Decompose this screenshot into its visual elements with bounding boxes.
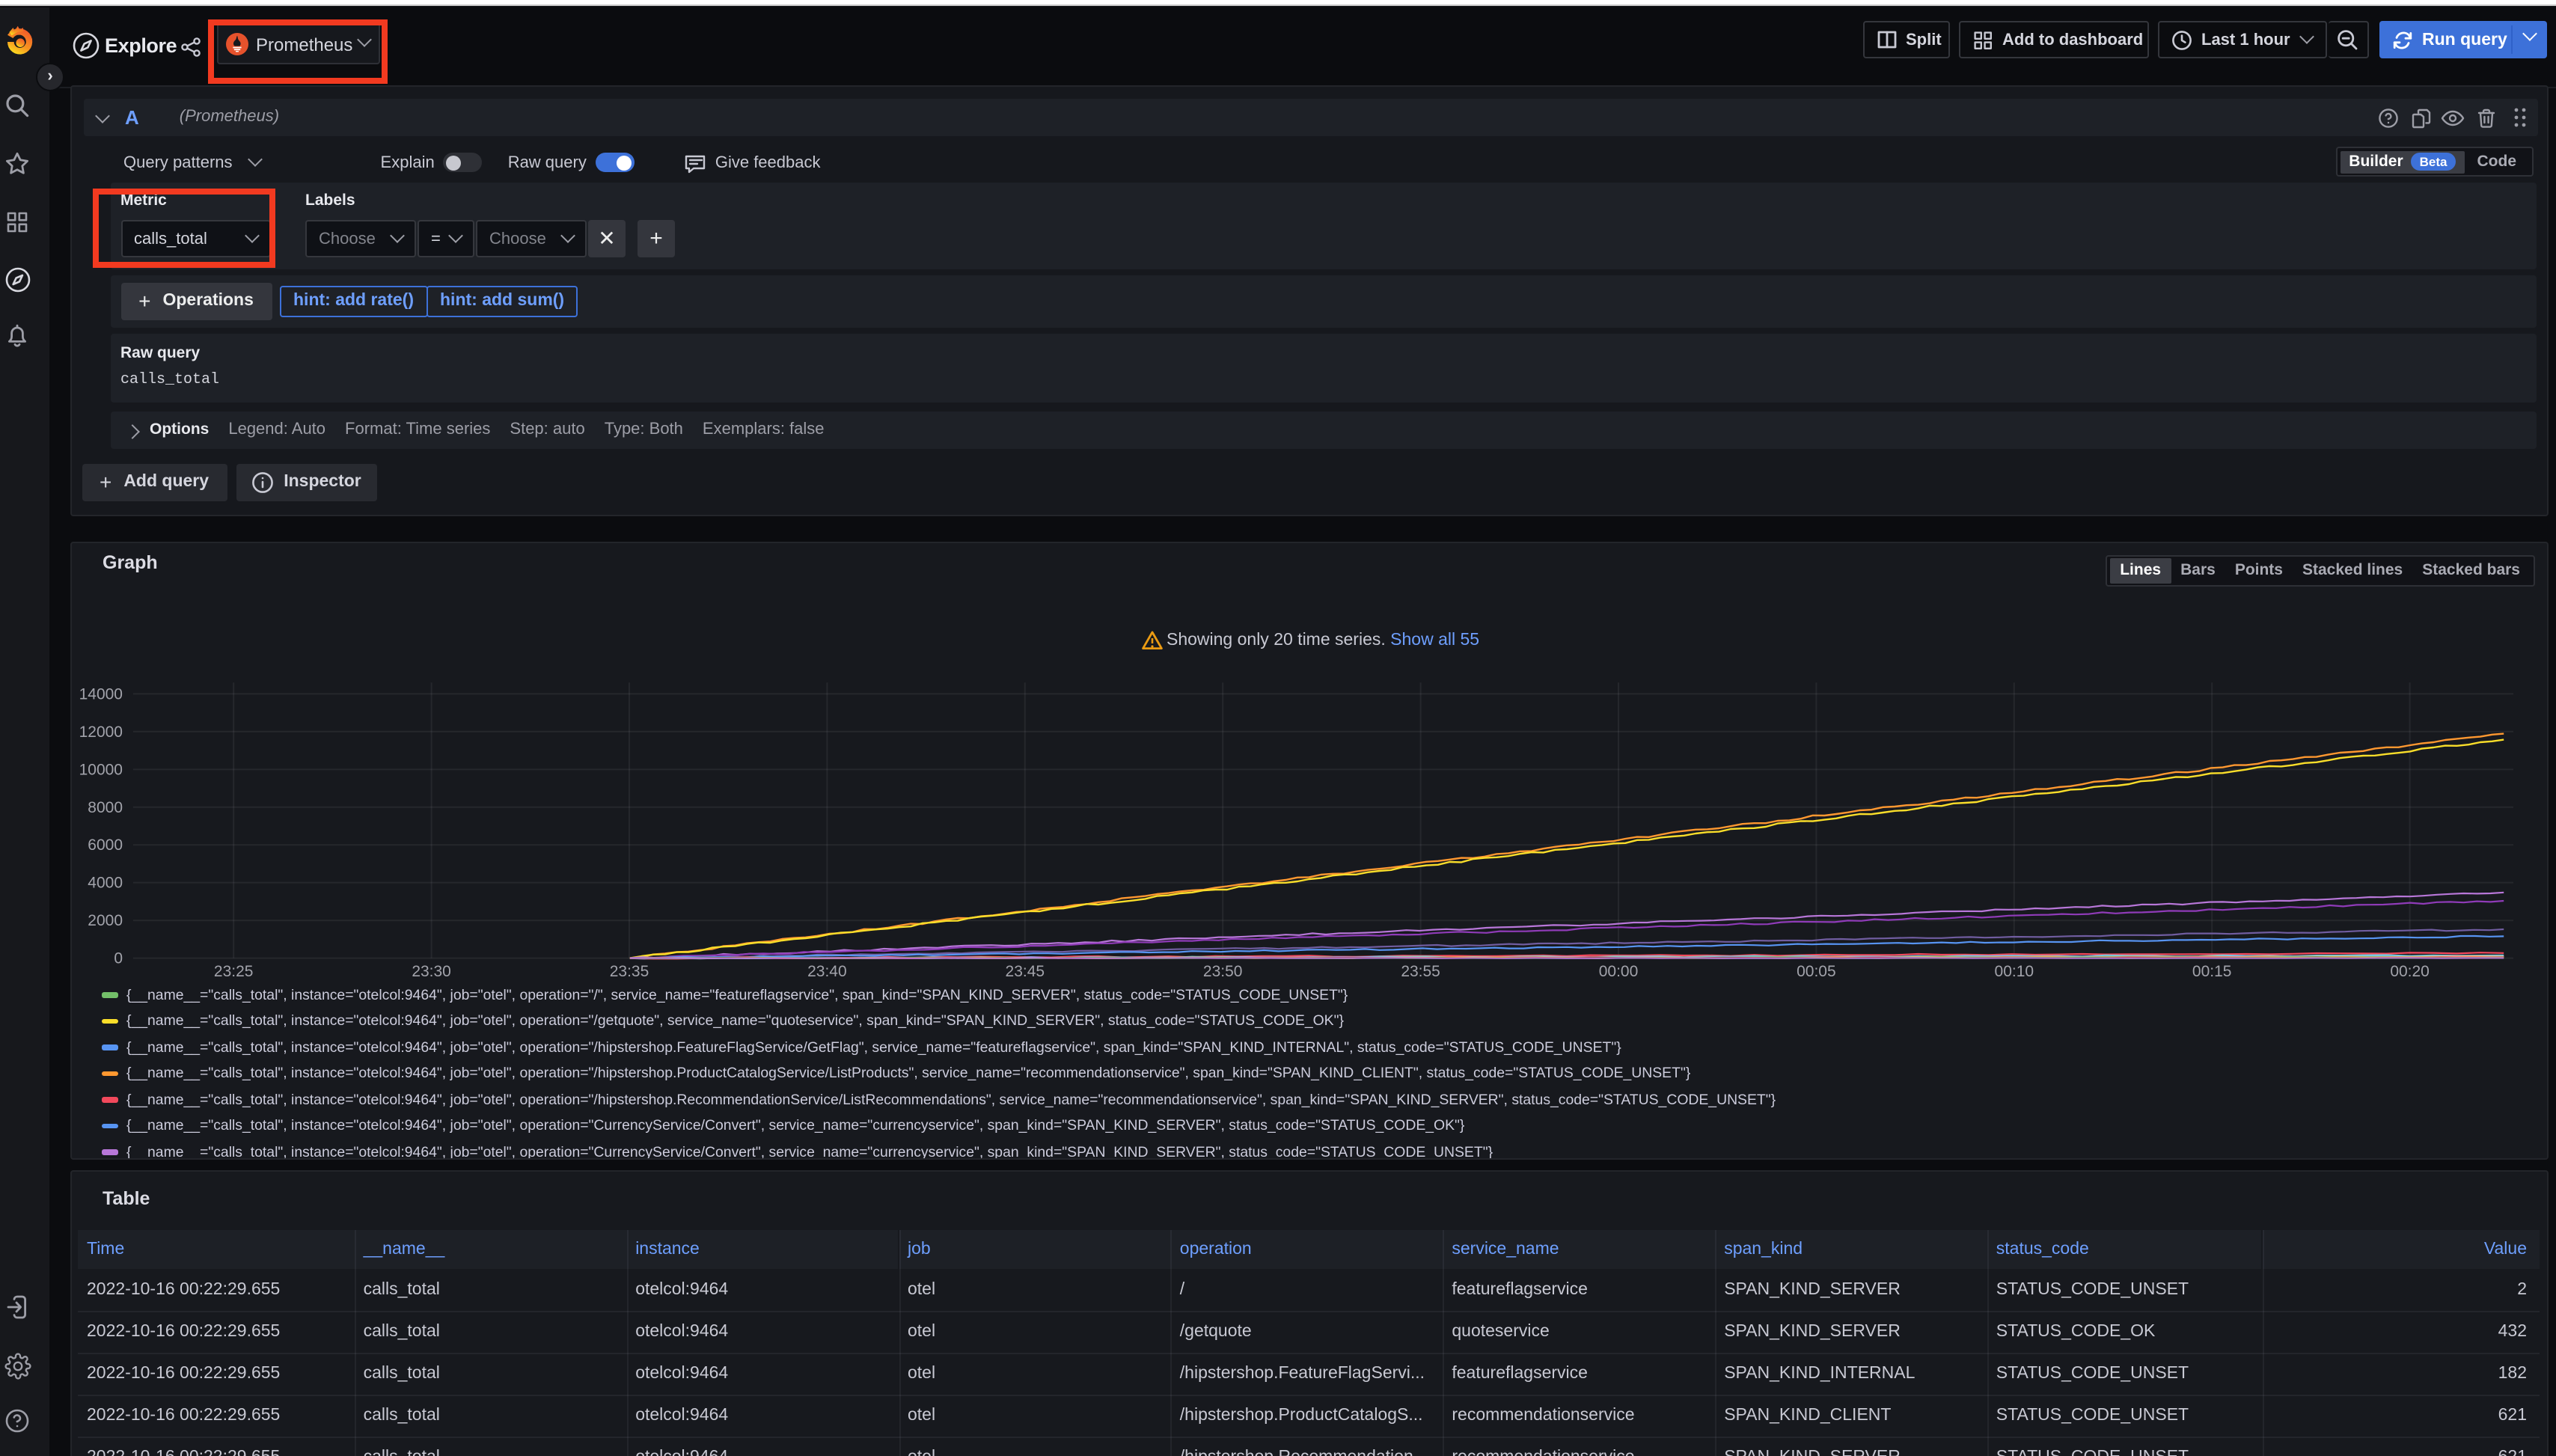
svg-text:00:05: 00:05: [1796, 963, 1835, 980]
svg-text:00:10: 00:10: [1994, 963, 2034, 980]
svg-text:00:00: 00:00: [1598, 963, 1638, 980]
svg-text:23:35: 23:35: [609, 963, 649, 980]
svg-text:23:25: 23:25: [213, 963, 253, 980]
svg-text:23:45: 23:45: [1005, 963, 1045, 980]
svg-text:10000: 10000: [79, 761, 122, 778]
svg-text:6000: 6000: [87, 836, 122, 854]
svg-text:14000: 14000: [79, 685, 122, 703]
svg-text:23:30: 23:30: [411, 963, 450, 980]
svg-text:00:20: 00:20: [2389, 963, 2429, 980]
svg-text:23:55: 23:55: [1400, 963, 1440, 980]
svg-text:23:40: 23:40: [807, 963, 846, 980]
svg-text:23:50: 23:50: [1202, 963, 1242, 980]
svg-text:00:15: 00:15: [2192, 963, 2231, 980]
svg-text:4000: 4000: [87, 875, 122, 892]
svg-text:0: 0: [113, 950, 122, 967]
svg-text:2000: 2000: [87, 912, 122, 929]
svg-text:8000: 8000: [87, 799, 122, 816]
svg-text:12000: 12000: [79, 724, 122, 741]
